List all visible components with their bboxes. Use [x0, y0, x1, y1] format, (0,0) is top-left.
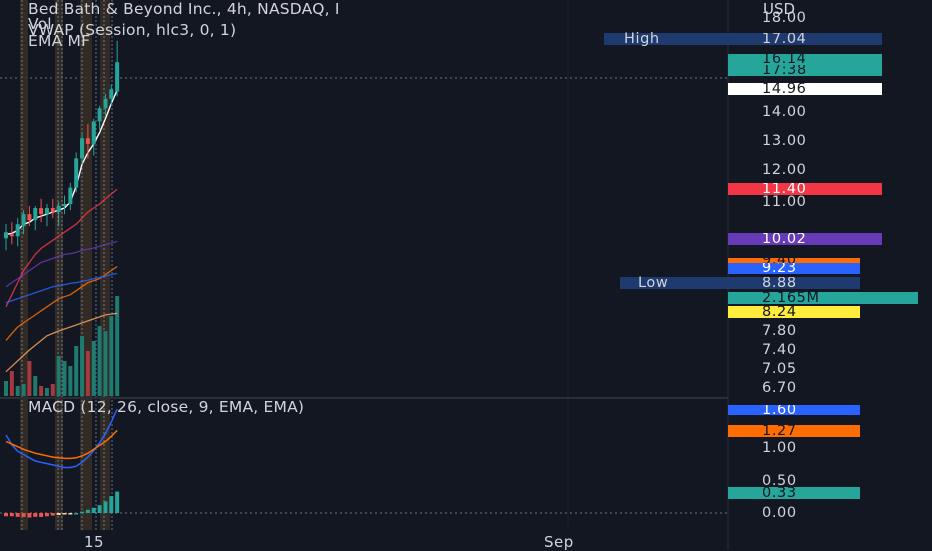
volume-bar [27, 361, 32, 396]
ema-legend[interactable]: EMA MF [28, 33, 90, 49]
macd-histogram-bar [68, 513, 73, 515]
volume-bar [62, 361, 67, 396]
symbol-title[interactable]: Bed Bath & Beyond Inc., 4h, NASDAQ, I [28, 1, 340, 17]
macd-histogram-bar [74, 513, 79, 515]
candle-body [50, 208, 55, 213]
candle-body [80, 138, 85, 159]
macd-legend[interactable]: MACD (12, 26, close, 9, EMA, EMA) [28, 399, 304, 415]
macd-histogram-bar [15, 513, 20, 517]
macd-histogram-bar [39, 513, 44, 517]
macd-histogram-bar [4, 513, 8, 517]
last-price-badge: 16.14 [728, 54, 882, 65]
vwap-badge: 14.96 [728, 83, 882, 95]
macd-histogram-badge: 0.33 [728, 487, 860, 499]
candle-body [27, 214, 32, 221]
candle-body [39, 208, 44, 215]
macd-tick: 0.00 [762, 505, 797, 521]
volume-bar [85, 351, 90, 396]
macd-line-badge: 1.60 [728, 405, 860, 415]
candle-body [4, 232, 8, 239]
low-label: Low [620, 276, 728, 290]
candle-body [33, 208, 38, 221]
macd-histogram-bar [109, 496, 114, 513]
candle-body [44, 208, 49, 215]
volume-bar [80, 336, 85, 396]
volume-bar [68, 366, 73, 396]
volume-bar [39, 386, 44, 396]
volume-bar [9, 371, 14, 396]
time-label-15: 15 [84, 533, 105, 551]
high-label: High [604, 32, 728, 46]
time-label-sep: Sep [544, 533, 574, 551]
macd-histogram-bar [85, 509, 90, 513]
candle-body [56, 206, 61, 213]
volume-bar [97, 326, 102, 396]
candle-body [85, 138, 90, 144]
volume-bar [74, 346, 79, 396]
candle-body [103, 98, 108, 109]
volume-bar [103, 331, 108, 396]
macd-histogram-bar [115, 491, 120, 513]
macd-signal-badge: 1.27 [728, 425, 860, 437]
candle-body [68, 187, 73, 205]
candle-body [9, 234, 14, 237]
low-value-badge: 8.88 [728, 277, 860, 289]
ema-purple-badge: 10.02 [728, 233, 882, 245]
macd-histogram-bar [56, 513, 61, 515]
candle-body [15, 224, 20, 237]
macd-histogram-bar [62, 513, 67, 515]
macd-histogram-bar [27, 513, 32, 518]
volume-badge: 2.165M [728, 292, 918, 304]
price-tick: 14.00 [762, 104, 807, 120]
price-tick: 12.00 [762, 162, 807, 178]
candle-timer-badge: 17:38 [728, 65, 882, 76]
price-tick: 11.00 [762, 194, 807, 210]
macd-histogram-bar [103, 501, 108, 513]
price-tick: 7.05 [762, 361, 797, 377]
high-value-badge: 17.04 [728, 33, 882, 45]
session-bands [20, 0, 113, 530]
candle-body [62, 204, 67, 207]
macd-histogram-bar [97, 505, 102, 513]
volume-bar [33, 376, 38, 396]
candle-body [109, 89, 114, 99]
macd-histogram-bar [80, 511, 85, 514]
macd-tick: 1.00 [762, 440, 797, 456]
price-tick: 7.80 [762, 323, 797, 339]
volume-bar [109, 316, 114, 396]
ema-red-badge: 11.40 [728, 183, 882, 195]
volume-bar [56, 356, 61, 396]
macd-histogram-bar [33, 513, 38, 517]
volume-bar [15, 386, 20, 396]
price-tick: 13.00 [762, 133, 807, 149]
price-tick: 6.70 [762, 380, 797, 396]
macd-histogram-bar [50, 513, 55, 516]
volume-bar [50, 384, 55, 396]
volume-bar [91, 341, 96, 396]
macd-histogram-bar [9, 513, 14, 517]
ema-yellow-badge: 8.24 [728, 306, 860, 318]
price-tick: 18.00 [762, 10, 807, 26]
candle-body [97, 108, 102, 122]
candle-body [91, 121, 96, 144]
volume-bar [44, 388, 49, 396]
volume-bar [4, 381, 8, 396]
macd-histogram-bar [91, 507, 96, 513]
ema-blue-badge: 9.23 [728, 263, 860, 274]
volume-bar [115, 296, 120, 396]
macd-histogram-bar [21, 513, 26, 517]
candle-body [74, 158, 79, 188]
session-band [100, 0, 110, 530]
candle-body [21, 214, 26, 227]
macd-histogram-bar [44, 513, 49, 517]
candle-body [115, 62, 120, 92]
volume-bar [21, 384, 26, 396]
chart-stage[interactable]: Bed Bath & Beyond Inc., 4h, NASDAQ, I Vo… [0, 0, 932, 551]
price-tick: 7.40 [762, 342, 797, 358]
